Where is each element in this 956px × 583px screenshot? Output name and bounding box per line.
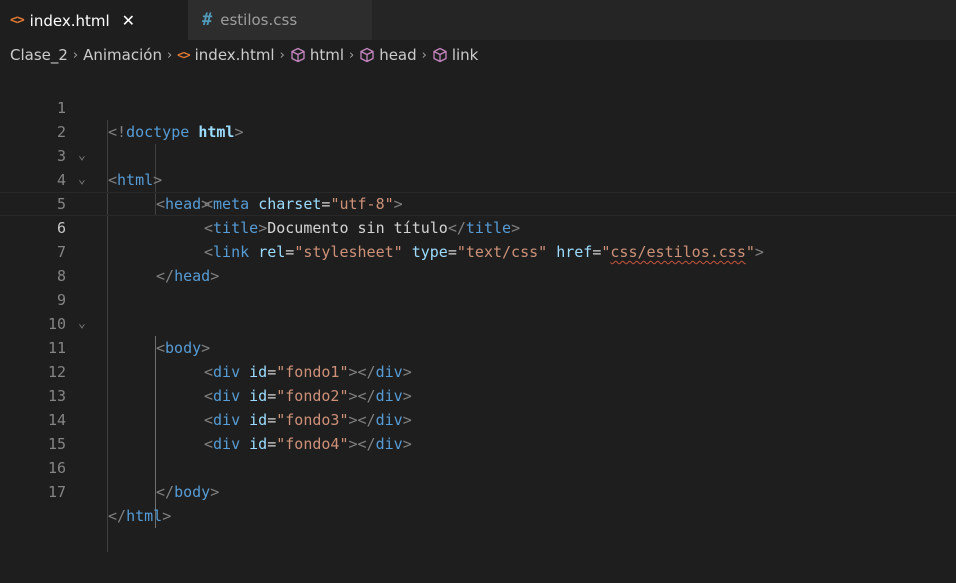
code-line-current[interactable]: 6 <link rel="stylesheet" type="text/css"… (0, 192, 956, 261)
breadcrumb-item-folder[interactable]: Animación (83, 46, 162, 64)
symbol-element-icon (291, 47, 305, 63)
code-line[interactable]: 4 <meta charset="utf-8"> (0, 144, 956, 213)
breadcrumb-item-symbol[interactable]: html (310, 46, 344, 64)
breadcrumb-item-symbol[interactable]: link (452, 46, 479, 64)
code-line[interactable]: 10 (0, 288, 956, 333)
chevron-right-icon: › (421, 47, 427, 63)
line-content: </html> (108, 507, 172, 525)
line-content: </body> (156, 483, 220, 501)
editor-tab-bar: <> index.html ✕ # estilos.css (0, 0, 956, 40)
code-line[interactable]: 9 ⌄ <body> (0, 264, 956, 357)
code-line[interactable]: 13 <div id="fondo3"></div> (0, 360, 956, 429)
tab-estilos-css[interactable]: # estilos.css (188, 0, 372, 40)
code-line[interactable]: 7 </head> (0, 216, 956, 285)
symbol-element-icon (433, 47, 447, 63)
line-number: 17 (47, 483, 66, 501)
chevron-right-icon: › (348, 47, 355, 63)
code-line[interactable]: 1 <!doctype html> (0, 72, 956, 141)
code-line[interactable]: 12 <div id="fondo2"></div> (0, 336, 956, 405)
code-line[interactable]: 14 <div id="fondo4"></div> (0, 384, 956, 453)
code-line[interactable]: 8 (0, 240, 956, 285)
code-editor[interactable]: 1 <!doctype html> 2 ⌄ <html> 3 ⌄ <head> … (0, 72, 956, 583)
chevron-right-icon: › (72, 47, 79, 63)
chevron-right-icon: › (279, 47, 285, 63)
breadcrumb-item-file[interactable]: index.html (195, 46, 275, 64)
chevron-right-icon: › (166, 47, 173, 63)
html-file-icon: <> (10, 13, 25, 28)
code-line[interactable]: 2 ⌄ <html> (0, 96, 956, 189)
tab-index-html[interactable]: <> index.html ✕ (0, 0, 188, 40)
breadcrumb-item-symbol[interactable]: head (379, 46, 416, 64)
css-file-icon: # (202, 10, 213, 30)
symbol-element-icon (360, 47, 374, 63)
breadcrumb-item-folder[interactable]: Clase_2 (10, 46, 68, 64)
code-line[interactable]: 3 ⌄ <head> (0, 120, 956, 213)
code-line[interactable]: 17 </html> (0, 456, 956, 525)
html-file-icon: <> (177, 48, 190, 62)
close-icon[interactable]: ✕ (122, 11, 135, 30)
code-line[interactable]: 5 <title>Documento sin título</title> (0, 168, 956, 237)
code-line[interactable]: 16 </body> (0, 432, 956, 501)
tab-label: estilos.css (220, 11, 298, 29)
breadcrumb: Clase_2 › Animación › <> index.html › ht… (0, 40, 956, 70)
tab-label: index.html (29, 11, 110, 30)
code-line[interactable]: 15 (0, 408, 956, 453)
code-line[interactable]: 11 <div id="fondo1"></div> (0, 312, 956, 381)
